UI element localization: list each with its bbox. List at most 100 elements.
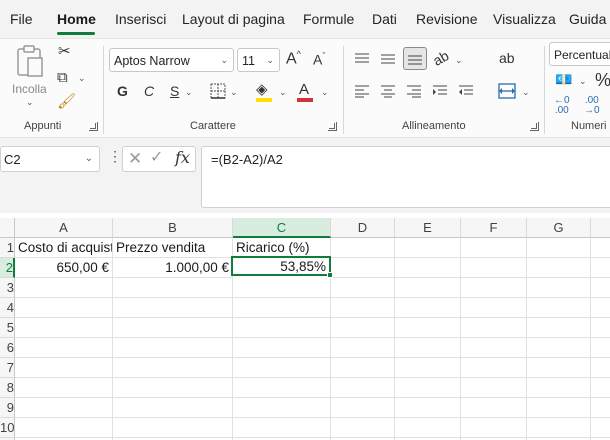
paste-button[interactable]: Incolla ⌄ xyxy=(10,42,50,107)
row-header-3[interactable]: 3 xyxy=(0,278,15,298)
empty-cell[interactable] xyxy=(395,318,461,338)
empty-cell[interactable] xyxy=(15,358,113,378)
row-header-4[interactable]: 4 xyxy=(0,298,15,318)
increase-font-size-icon[interactable]: A^ xyxy=(286,50,301,67)
format-painter-icon[interactable]: 🖌 xyxy=(57,94,76,109)
empty-cell[interactable] xyxy=(331,398,395,418)
empty-cell[interactable] xyxy=(331,238,395,258)
empty-cell[interactable] xyxy=(461,238,527,258)
font-size-dropdown[interactable]: 11 ⌄ xyxy=(237,48,280,72)
tab-file[interactable]: File xyxy=(10,11,33,27)
empty-cell[interactable] xyxy=(233,418,331,438)
chevron-down-icon[interactable]: ⌄ xyxy=(279,87,287,98)
empty-cell[interactable] xyxy=(395,358,461,378)
cell-c1[interactable]: Ricarico (%) xyxy=(233,238,331,258)
select-all-corner[interactable] xyxy=(0,218,15,238)
font-name-dropdown[interactable]: Aptos Narrow ⌄ xyxy=(109,48,234,72)
more-options-icon[interactable]: ⋮ xyxy=(108,149,122,163)
cancel-icon[interactable]: ✕ xyxy=(128,150,142,167)
cut-icon[interactable]: ✂ xyxy=(58,44,71,59)
empty-cell[interactable] xyxy=(527,358,591,378)
row-header-8[interactable]: 8 xyxy=(0,378,15,398)
empty-cell[interactable] xyxy=(15,398,113,418)
empty-cell[interactable] xyxy=(113,378,233,398)
decrease-decimal-icon[interactable]: .00 →0 xyxy=(584,96,600,116)
fill-handle[interactable] xyxy=(327,272,333,278)
empty-cell[interactable] xyxy=(591,338,610,358)
tab-inserisci[interactable]: Inserisci xyxy=(115,11,166,27)
font-launcher-icon[interactable] xyxy=(328,122,337,131)
align-center-icon[interactable] xyxy=(380,84,396,98)
empty-cell[interactable] xyxy=(527,238,591,258)
column-header-e[interactable]: E xyxy=(395,218,461,238)
cell-b2[interactable]: 1.000,00 € xyxy=(113,258,233,278)
empty-cell[interactable] xyxy=(527,258,591,278)
percent-style-button[interactable]: % xyxy=(595,71,610,89)
empty-cell[interactable] xyxy=(461,298,527,318)
cell-a1[interactable]: Costo di acquisto xyxy=(15,238,113,258)
decrease-font-size-icon[interactable]: Aˇ xyxy=(313,52,325,67)
empty-cell[interactable] xyxy=(591,398,610,418)
cell-b1[interactable]: Prezzo vendita xyxy=(113,238,233,258)
empty-cell[interactable] xyxy=(461,398,527,418)
empty-cell[interactable] xyxy=(395,338,461,358)
empty-cell[interactable] xyxy=(461,378,527,398)
row-header-10[interactable]: 10 xyxy=(0,418,15,438)
empty-cell[interactable] xyxy=(233,358,331,378)
tab-visualizza[interactable]: Visualizza xyxy=(493,11,556,27)
tab-formule[interactable]: Formule xyxy=(303,11,354,27)
copy-icon[interactable]: ⧉ xyxy=(57,70,68,85)
empty-cell[interactable] xyxy=(15,318,113,338)
empty-cell[interactable] xyxy=(461,358,527,378)
row-header-9[interactable]: 9 xyxy=(0,398,15,418)
empty-cell[interactable] xyxy=(233,298,331,318)
italic-button[interactable]: C xyxy=(144,84,154,98)
empty-cell[interactable] xyxy=(331,318,395,338)
empty-cell[interactable] xyxy=(461,278,527,298)
empty-cell[interactable] xyxy=(113,398,233,418)
empty-cell[interactable] xyxy=(395,238,461,258)
font-color-icon[interactable]: A xyxy=(299,82,309,97)
empty-cell[interactable] xyxy=(527,298,591,318)
empty-cell[interactable] xyxy=(331,278,395,298)
empty-cell[interactable] xyxy=(113,318,233,338)
empty-cell[interactable] xyxy=(113,298,233,318)
chevron-down-icon[interactable]: ⌄ xyxy=(455,55,463,66)
chevron-down-icon[interactable]: ⌄ xyxy=(522,87,530,98)
underline-button[interactable]: S xyxy=(170,84,179,98)
column-header-b[interactable]: B xyxy=(113,218,233,238)
empty-cell[interactable] xyxy=(233,278,331,298)
column-header-c[interactable]: C xyxy=(233,218,331,238)
empty-cell[interactable] xyxy=(591,418,610,438)
chevron-down-icon[interactable]: ⌄ xyxy=(230,87,238,98)
empty-cell[interactable] xyxy=(395,298,461,318)
empty-cell[interactable] xyxy=(113,338,233,358)
empty-cell[interactable] xyxy=(15,278,113,298)
formula-input[interactable]: =(B2-A2)/A2 xyxy=(201,146,610,208)
empty-cell[interactable] xyxy=(527,398,591,418)
column-header-f[interactable]: F xyxy=(461,218,527,238)
cell-a2[interactable]: 650,00 € xyxy=(15,258,113,278)
empty-cell[interactable] xyxy=(461,338,527,358)
tab-guida[interactable]: Guida xyxy=(569,11,606,27)
empty-cell[interactable] xyxy=(395,378,461,398)
empty-cell[interactable] xyxy=(591,258,610,278)
align-top-icon[interactable] xyxy=(354,52,370,66)
align-right-icon[interactable] xyxy=(406,84,422,98)
chevron-down-icon[interactable]: ⌄ xyxy=(185,87,193,98)
empty-cell[interactable] xyxy=(591,318,610,338)
align-middle-icon[interactable] xyxy=(380,52,396,66)
column-header-a[interactable]: A xyxy=(15,218,113,238)
outdent-icon[interactable] xyxy=(458,84,474,98)
row-header-5[interactable]: 5 xyxy=(0,318,15,338)
empty-cell[interactable] xyxy=(591,358,610,378)
insert-function-button[interactable]: fx xyxy=(175,150,190,166)
column-header-h[interactable] xyxy=(591,218,610,238)
indent-icon[interactable] xyxy=(432,84,448,98)
empty-cell[interactable] xyxy=(527,418,591,438)
empty-cell[interactable] xyxy=(331,298,395,318)
empty-cell[interactable] xyxy=(461,418,527,438)
name-box[interactable]: C2 ⌄ xyxy=(0,146,100,172)
empty-cell[interactable] xyxy=(395,258,461,278)
empty-cell[interactable] xyxy=(591,378,610,398)
